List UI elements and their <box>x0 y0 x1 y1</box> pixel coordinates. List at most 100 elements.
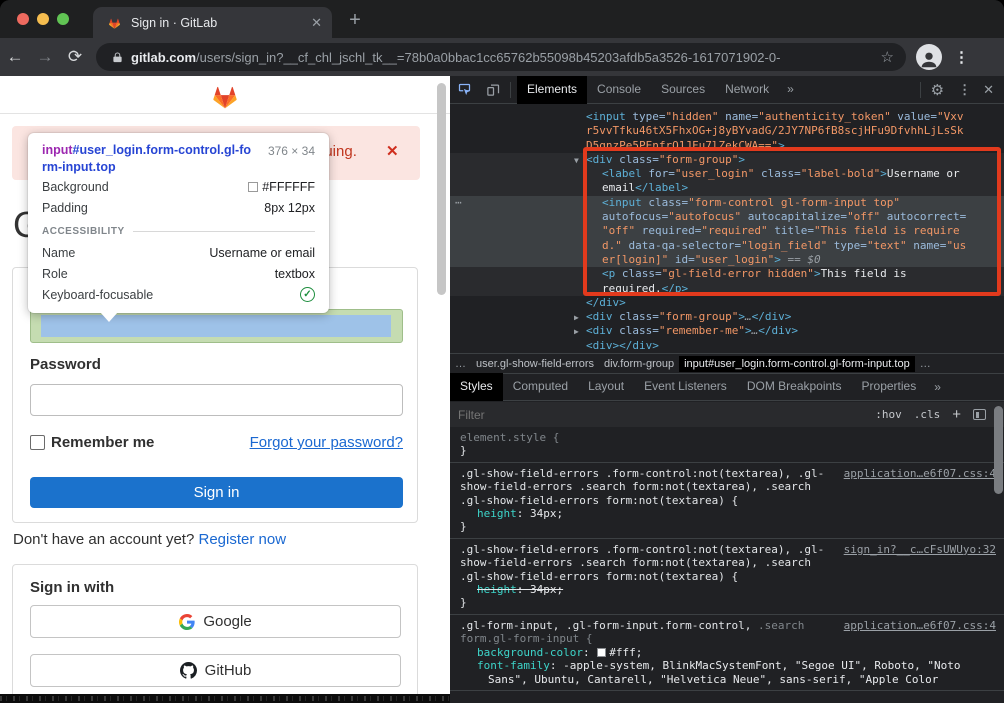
styles-pane: element.style {}application…e6f07.css:4.… <box>450 427 1004 703</box>
node-menu-ellipsis-icon[interactable]: ⋯ <box>455 196 462 210</box>
register-link[interactable]: Register now <box>199 531 287 548</box>
css-declaration[interactable]: height: 34px; <box>460 507 996 520</box>
devtools-tab-bar: ElementsConsoleSourcesNetwork <box>517 76 779 104</box>
url-bar[interactable]: gitlab.com/users/sign_in?__cf_chl_jschl_… <box>96 43 906 71</box>
element-classes-toggle[interactable]: .cls <box>914 408 941 421</box>
tooltip-selector: input#user_login.form-control.gl-form-in… <box>42 142 254 176</box>
breadcrumb-item[interactable]: … <box>915 356 936 372</box>
css-declaration[interactable]: height: 34px; <box>460 583 996 596</box>
device-toolbar-icon[interactable] <box>479 82 508 97</box>
breadcrumb-item[interactable]: div.form-group <box>599 356 679 372</box>
collapse-arrow-icon[interactable]: ▶ <box>574 325 579 339</box>
tooltip-name-row: Name Username or email <box>42 242 315 263</box>
elements-tree-row[interactable]: d." data-qa-selector="login_field" type=… <box>450 239 1004 253</box>
google-signin-button[interactable]: Google <box>30 605 401 638</box>
breadcrumb-item[interactable]: input#user_login.form-control.gl-form-in… <box>679 356 915 372</box>
breadcrumb-item[interactable]: user.gl-show-field-errors <box>471 356 599 372</box>
rule-closing-brace: } <box>460 444 996 457</box>
url-text: gitlab.com/users/sign_in?__cf_chl_jschl_… <box>131 50 875 65</box>
elements-tree-row[interactable]: <label for="user_login" class="label-bol… <box>450 167 1004 181</box>
forgot-password-link[interactable]: Forgot your password? <box>250 434 403 451</box>
stylesheet-source-link[interactable]: sign_in?__c…cFsUWUyo:32 <box>844 543 996 556</box>
window-close-button[interactable] <box>17 13 29 25</box>
more-tabs-icon[interactable]: » <box>779 76 802 103</box>
rule-selector-line: .gl-show-field-errors form:not(textarea)… <box>460 570 996 583</box>
window-content: nuing. ✕ G Password Remember me Forgot y… <box>0 76 1004 703</box>
more-sidebar-tabs-icon[interactable]: » <box>926 374 949 401</box>
elements-tree-row[interactable]: r5vvTfku46tX5FhxOG+j8yBYvadG/2JY7NP6fB8s… <box>450 124 1004 138</box>
inspect-element-icon[interactable] <box>450 82 479 97</box>
page-scrollbar[interactable] <box>437 83 446 295</box>
pseudo-state-toggle[interactable]: :hov <box>875 408 902 421</box>
gitlab-logo-icon <box>209 79 241 111</box>
devtools-tab-console[interactable]: Console <box>587 76 651 104</box>
sidebar-dock-icon[interactable] <box>973 409 986 420</box>
css-declaration[interactable]: background-color: #fff; <box>460 646 996 659</box>
elements-tree-row[interactable]: <input type="hidden" name="authenticity_… <box>450 110 1004 124</box>
elements-tree: <input type="hidden" name="authenticity_… <box>450 104 1004 353</box>
reload-icon[interactable]: ⟳ <box>60 47 90 67</box>
lock-icon[interactable] <box>112 51 123 64</box>
sidebar-tab-computed[interactable]: Computed <box>503 373 578 401</box>
elements-tree-row[interactable]: "off" required="required" title="This fi… <box>450 224 1004 238</box>
devtools-tab-network[interactable]: Network <box>715 76 779 104</box>
chrome-menu-icon[interactable]: ⋮ <box>954 48 969 66</box>
styles-filter-input[interactable] <box>458 408 863 422</box>
bookmark-star-icon[interactable]: ☆ <box>881 48 894 66</box>
elements-tree-row[interactable]: email</label> <box>450 181 1004 195</box>
signin-button[interactable]: Sign in <box>30 477 403 508</box>
elements-tree-row[interactable]: ▶<div class="remember-me">…</div> <box>450 324 1004 338</box>
style-rule[interactable]: element.style {} <box>450 427 1004 463</box>
elements-tree-row[interactable]: D5gnzPe5PEnfrQ1JFu7lZekCWA=="> <box>450 139 1004 153</box>
sidebar-tab-event-listeners[interactable]: Event Listeners <box>634 373 737 401</box>
new-tab-button[interactable]: + <box>341 9 369 32</box>
style-rule[interactable]: application…e6f07.css:4.gl-show-field-er… <box>450 463 1004 539</box>
rule-selector-line: element.style { <box>460 431 996 444</box>
browser-tab[interactable]: Sign in · GitLab ✕ <box>93 7 332 38</box>
breadcrumb-item[interactable]: … <box>450 356 471 372</box>
devtools-tab-elements[interactable]: Elements <box>517 76 587 104</box>
tab-close-icon[interactable]: ✕ <box>311 15 322 31</box>
new-style-rule-button[interactable]: + <box>952 406 961 423</box>
stylesheet-source-link[interactable]: application…e6f07.css:4 <box>844 619 996 632</box>
color-swatch[interactable] <box>597 648 606 657</box>
sidebar-tab-styles[interactable]: Styles <box>450 373 503 401</box>
profile-avatar[interactable] <box>916 44 942 70</box>
github-signin-button[interactable]: GitHub <box>30 654 401 687</box>
sidebar-tab-layout[interactable]: Layout <box>578 373 634 401</box>
style-rule[interactable]: application…e6f07.css:4.gl-form-input, .… <box>450 615 1004 691</box>
elements-tree-row[interactable]: ▶<div class="form-group">…</div> <box>450 310 1004 324</box>
inspect-tooltip: input#user_login.form-control.gl-form-in… <box>28 133 329 313</box>
sidebar-tab-properties[interactable]: Properties <box>852 373 927 401</box>
style-rule[interactable]: sign_in?__c…cFsUWUyo:32 .gl-show-field-er… <box>450 539 1004 615</box>
devtools-close-icon[interactable]: ✕ <box>977 82 1004 98</box>
password-input[interactable] <box>30 384 403 416</box>
rule-closing-brace: } <box>460 596 996 609</box>
elements-tree-row[interactable]: autofocus="autofocus" autocapitalize="of… <box>450 210 1004 224</box>
username-input-highlighted[interactable] <box>30 309 403 343</box>
stylesheet-source-link[interactable]: application…e6f07.css:4 <box>844 467 996 480</box>
remember-checkbox[interactable] <box>30 435 45 450</box>
forward-icon[interactable]: → <box>30 47 60 67</box>
gitlab-signin-page: nuing. ✕ G Password Remember me Forgot y… <box>0 76 450 703</box>
elements-tree-row[interactable]: ▼<div class="form-group"> <box>450 153 1004 167</box>
elements-tree-row[interactable]: <div></div> <box>450 339 1004 353</box>
settings-gear-icon[interactable]: ⚙ <box>923 81 952 99</box>
sidebar-tab-dom-breakpoints[interactable]: DOM Breakpoints <box>737 373 852 401</box>
inspect-overlay-content <box>41 315 391 337</box>
elements-tree-row[interactable]: ⋯<input class="form-control gl-form-inpu… <box>450 196 1004 210</box>
collapse-arrow-icon[interactable]: ▶ <box>574 311 579 325</box>
styles-scrollbar[interactable] <box>994 406 1003 494</box>
expand-arrow-icon[interactable]: ▼ <box>574 154 579 168</box>
devtools-tab-sources[interactable]: Sources <box>651 76 715 104</box>
elements-tree-row[interactable]: <p class="gl-field-error hidden">This fi… <box>450 267 1004 281</box>
elements-tree-row[interactable]: </div> <box>450 296 1004 310</box>
window-zoom-button[interactable] <box>57 13 69 25</box>
css-declaration[interactable]: font-family: -apple-system, BlinkMacSyst… <box>460 659 996 672</box>
back-icon[interactable]: ← <box>0 47 30 67</box>
devtools-menu-icon[interactable]: ⋮ <box>952 82 977 98</box>
elements-tree-row[interactable]: required.</p> <box>450 282 1004 296</box>
elements-tree-row[interactable]: er[login]" id="user_login"> == $0 <box>450 253 1004 267</box>
window-minimize-button[interactable] <box>37 13 49 25</box>
alert-close-icon[interactable]: ✕ <box>386 142 399 160</box>
